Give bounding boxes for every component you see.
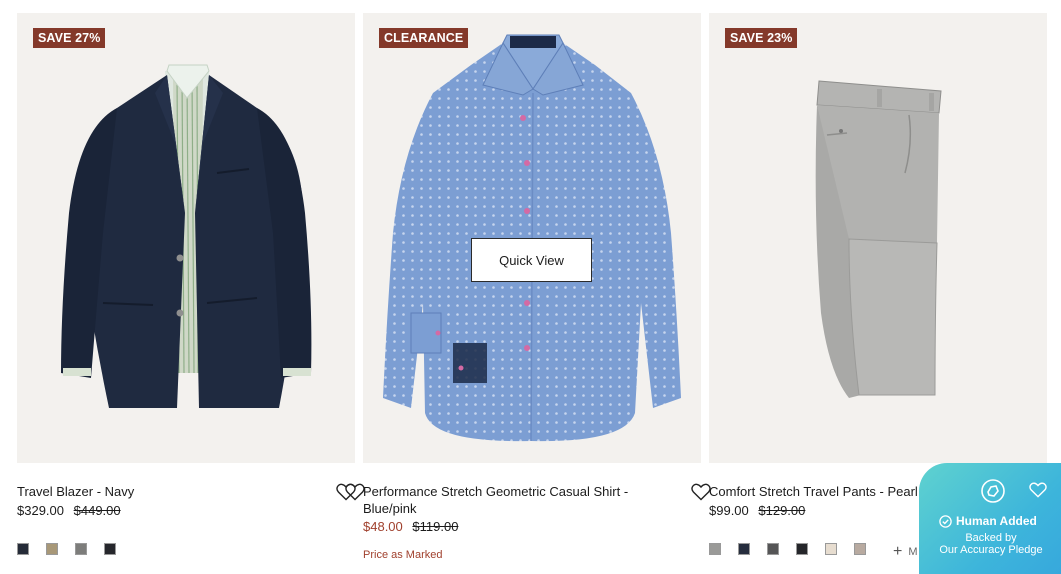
color-swatch-navy[interactable] bbox=[17, 543, 29, 555]
original-price: $449.00 bbox=[73, 503, 121, 518]
original-price: $129.00 bbox=[758, 503, 806, 518]
color-swatches bbox=[709, 543, 866, 555]
pledge-headline-text: Human Added bbox=[956, 514, 1037, 528]
product-image-pants[interactable]: SAVE 23% bbox=[709, 13, 1047, 463]
current-price: $48.00 bbox=[363, 519, 403, 534]
original-price: $119.00 bbox=[412, 519, 459, 534]
pledge-subline-2: Our Accuracy Pledge bbox=[939, 544, 1043, 556]
blazer-illustration bbox=[61, 64, 312, 408]
accuracy-pledge-widget[interactable]: Human Added Backed by Our Accuracy Pledg… bbox=[919, 463, 1061, 574]
product-title[interactable]: Travel Blazer - Navy bbox=[17, 483, 287, 500]
color-swatch-tan[interactable] bbox=[46, 543, 58, 555]
price-note: Price as Marked bbox=[363, 549, 443, 561]
product-title[interactable]: Performance Stretch Geometric Casual Shi… bbox=[363, 483, 633, 517]
price-row: $329.00 $449.00 bbox=[17, 503, 121, 518]
pledge-subline: Backed by Our Accuracy Pledge bbox=[919, 532, 1061, 556]
color-swatch-cream[interactable] bbox=[825, 543, 837, 555]
discount-badge: SAVE 23% bbox=[725, 28, 798, 48]
color-swatch-black[interactable] bbox=[796, 543, 808, 555]
color-swatch-navy[interactable] bbox=[738, 543, 750, 555]
price-row: $99.00 $129.00 bbox=[709, 503, 805, 518]
pants-illustration bbox=[815, 80, 942, 398]
wishlist-heart-icon[interactable] bbox=[345, 483, 365, 501]
discount-badge: SAVE 27% bbox=[33, 28, 106, 48]
color-swatch-black[interactable] bbox=[104, 543, 116, 555]
current-price: $99.00 bbox=[709, 503, 749, 518]
current-price: $329.00 bbox=[17, 503, 64, 518]
product-image-shirt[interactable]: CLEARANCE Quick View bbox=[363, 13, 701, 463]
check-circle-icon bbox=[939, 514, 952, 528]
color-swatch-grey[interactable] bbox=[709, 543, 721, 555]
price-row: $48.00 $119.00 bbox=[363, 519, 458, 534]
color-swatches bbox=[17, 543, 116, 555]
pledge-heart-icon[interactable] bbox=[1029, 482, 1047, 503]
product-card-travel-pants[interactable]: SAVE 23% Comfort Stretch Travel Pants - … bbox=[691, 13, 1047, 560]
color-swatch-charcoal[interactable] bbox=[767, 543, 779, 555]
pledge-headline: Human Added bbox=[939, 514, 1037, 528]
wishlist-heart-icon[interactable] bbox=[691, 483, 711, 501]
pledge-subline-1: Backed by bbox=[965, 532, 1017, 544]
product-card-geometric-shirt[interactable]: CLEARANCE Quick View Performance Stretch… bbox=[345, 13, 701, 561]
product-image-blazer[interactable]: SAVE 27% bbox=[17, 13, 355, 463]
clearance-badge: CLEARANCE bbox=[379, 28, 469, 48]
color-swatch-grey[interactable] bbox=[75, 543, 87, 555]
color-swatch-taupe[interactable] bbox=[854, 543, 866, 555]
quick-view-button[interactable]: Quick View bbox=[471, 238, 592, 282]
plus-icon: + bbox=[893, 543, 903, 560]
pledge-logo-icon bbox=[981, 479, 1005, 503]
product-card-travel-blazer[interactable]: SAVE 27% Travel Blazer - Navy $329.00 $4… bbox=[17, 13, 356, 555]
